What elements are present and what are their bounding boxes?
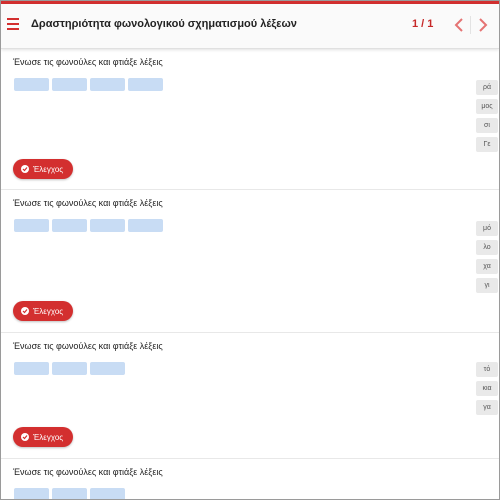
check-circle-icon <box>21 307 29 315</box>
syllable-tile[interactable]: σι <box>476 118 498 133</box>
exercise-card: Ένωσε τις φωνούλες και φτιάξε λέξεις ρά … <box>1 49 499 190</box>
next-page-button[interactable] <box>472 10 494 40</box>
nav-divider <box>470 16 471 34</box>
exercise-instruction: Ένωσε τις φωνούλες και φτιάξε λέξεις <box>13 57 163 67</box>
answer-slots <box>14 488 125 499</box>
answer-slot[interactable] <box>128 219 163 232</box>
answer-slot[interactable] <box>90 219 125 232</box>
syllable-tile[interactable]: κια <box>476 381 498 396</box>
check-button-label: Έλεγχος <box>33 164 64 174</box>
answer-slot[interactable] <box>14 219 49 232</box>
answer-slot[interactable] <box>90 362 125 375</box>
check-button-label: Έλεγχος <box>33 306 64 316</box>
chevron-left-icon <box>454 18 463 32</box>
syllable-tile[interactable]: ρά <box>476 80 498 95</box>
syllable-tile[interactable]: χα <box>476 259 498 274</box>
syllable-bank: τό κια γα <box>476 362 498 415</box>
syllable-tile[interactable]: Γε <box>476 137 498 152</box>
answer-slot[interactable] <box>90 78 125 91</box>
exercise-instruction: Ένωσε τις φωνούλες και φτιάξε λέξεις <box>13 341 163 351</box>
check-button[interactable]: Έλεγχος <box>13 159 74 179</box>
chevron-right-icon <box>479 18 488 32</box>
syllable-tile[interactable]: μος <box>476 99 498 114</box>
syllable-tile[interactable]: λο <box>476 240 498 255</box>
exercise-instruction: Ένωσε τις φωνούλες και φτιάξε λέξεις <box>13 198 163 208</box>
answer-slot[interactable] <box>52 362 87 375</box>
check-circle-icon <box>21 433 29 441</box>
previous-page-button[interactable] <box>448 10 470 40</box>
syllable-tile[interactable]: γι <box>476 278 498 293</box>
answer-slot[interactable] <box>90 488 125 499</box>
page-counter: 1 / 1 <box>412 18 434 30</box>
page-title: Δραστηριότητα φωνολογικού σχηματισμού λέ… <box>31 18 297 30</box>
check-button[interactable]: Έλεγχος <box>13 301 74 321</box>
answer-slots <box>14 219 163 232</box>
syllable-bank: μό λο χα γι <box>476 221 498 293</box>
answer-slot[interactable] <box>52 488 87 499</box>
syllable-tile[interactable]: μό <box>476 221 498 236</box>
exercise-list: Ένωσε τις φωνούλες και φτιάξε λέξεις ρά … <box>1 49 499 499</box>
syllable-tile[interactable]: τό <box>476 362 498 377</box>
exercise-instruction: Ένωσε τις φωνούλες και φτιάξε λέξεις <box>13 467 163 477</box>
answer-slot[interactable] <box>128 78 163 91</box>
answer-slots <box>14 78 163 91</box>
syllable-tile[interactable]: γα <box>476 400 498 415</box>
check-button[interactable]: Έλεγχος <box>13 427 74 447</box>
answer-slot[interactable] <box>52 219 87 232</box>
check-circle-icon <box>21 165 29 173</box>
app-frame: Δραστηριότητα φωνολογικού σχηματισμού λέ… <box>0 0 500 500</box>
answer-slot[interactable] <box>14 488 49 499</box>
answer-slot[interactable] <box>14 78 49 91</box>
syllable-bank: ρά μος σι Γε <box>476 80 498 152</box>
header-bar: Δραστηριότητα φωνολογικού σχηματισμού λέ… <box>1 4 499 49</box>
check-button-label: Έλεγχος <box>33 432 64 442</box>
answer-slots <box>14 362 125 375</box>
answer-slot[interactable] <box>14 362 49 375</box>
hamburger-menu-icon[interactable] <box>7 18 19 30</box>
exercise-card: Ένωσε τις φωνούλες και φτιάξε λέξεις <box>1 459 499 499</box>
exercise-card: Ένωσε τις φωνούλες και φτιάξε λέξεις τό … <box>1 333 499 459</box>
answer-slot[interactable] <box>52 78 87 91</box>
exercise-card: Ένωσε τις φωνούλες και φτιάξε λέξεις μό … <box>1 190 499 333</box>
